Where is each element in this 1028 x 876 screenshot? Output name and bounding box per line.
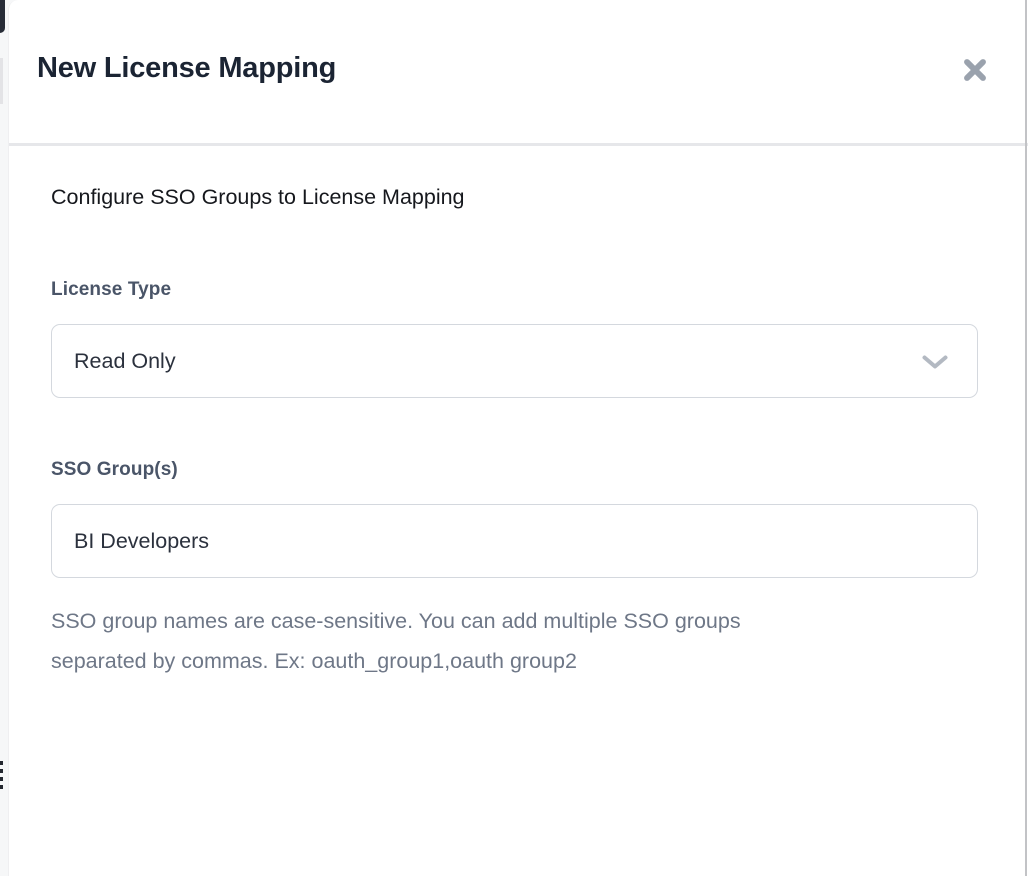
modal-subtitle: Configure SSO Groups to License Mapping xyxy=(51,185,465,210)
close-icon xyxy=(959,54,991,89)
sso-groups-field xyxy=(51,504,978,578)
background-dark-corner xyxy=(0,0,5,33)
chevron-down-icon xyxy=(921,354,949,376)
sso-groups-helper-line1: SSO group names are case-sensitive. You … xyxy=(51,601,951,641)
sso-groups-input[interactable] xyxy=(52,505,977,577)
window-right-edge xyxy=(1025,0,1027,876)
sso-groups-helper-text: SSO group names are case-sensitive. You … xyxy=(51,601,951,681)
menu-icon-dash xyxy=(0,785,3,789)
menu-icon xyxy=(0,761,3,793)
menu-icon-dash xyxy=(0,777,3,781)
license-type-select[interactable]: Read Only xyxy=(51,324,978,398)
menu-icon-dash xyxy=(0,761,3,765)
sso-groups-helper-line2: separated by commas. Ex: oauth_group1,oa… xyxy=(51,641,951,681)
screen: New License Mapping Configure SSO Groups… xyxy=(0,0,1028,876)
header-divider xyxy=(9,143,1028,146)
new-license-mapping-modal: New License Mapping Configure SSO Groups… xyxy=(8,0,1028,876)
license-type-selected-value: Read Only xyxy=(74,325,176,397)
sso-groups-label: SSO Group(s) xyxy=(51,459,178,481)
menu-icon-dash xyxy=(0,769,3,773)
modal-title: New License Mapping xyxy=(37,52,336,85)
close-button[interactable] xyxy=(958,54,992,88)
license-type-label: License Type xyxy=(51,279,171,301)
background-edge-patch xyxy=(0,58,3,104)
